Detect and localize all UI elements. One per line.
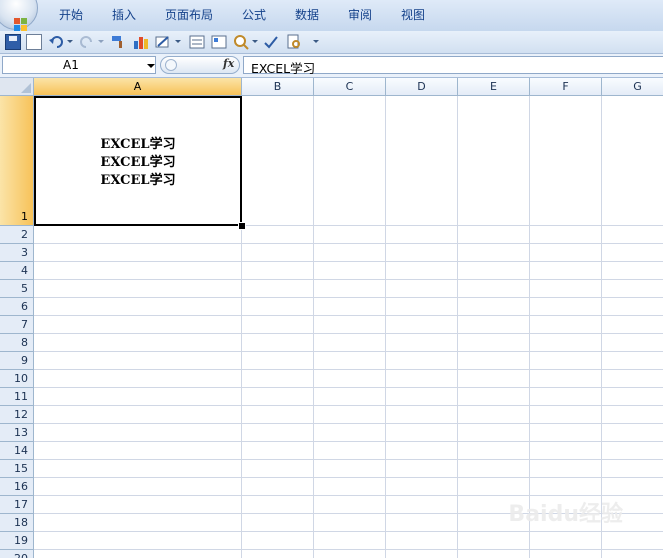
expand-circle-icon[interactable]	[165, 59, 177, 71]
row-header-18[interactable]: 18	[0, 514, 34, 532]
row-gridline	[34, 261, 663, 262]
select-all-corner[interactable]	[0, 78, 34, 96]
column-header-e[interactable]: E	[458, 78, 530, 96]
chart-icon[interactable]	[133, 34, 149, 50]
row-gridline	[34, 279, 663, 280]
row-gridline	[34, 405, 663, 406]
undo-icon[interactable]	[48, 34, 64, 50]
row-gridline	[34, 369, 663, 370]
redo-dropdown-icon[interactable]	[98, 40, 104, 43]
cell-a1-value: EXCEL学习 EXCEL学习 EXCEL学习	[100, 137, 176, 188]
formula-bar: A1 fx EXCEL学习	[0, 54, 663, 78]
row-header-8[interactable]: 8	[0, 334, 34, 352]
column-gridline	[529, 96, 530, 558]
column-gridline	[313, 96, 314, 558]
select-all-triangle-icon	[21, 83, 31, 93]
row-header-20[interactable]: 20	[0, 550, 34, 558]
row-header-5[interactable]: 5	[0, 280, 34, 298]
format-painter-icon[interactable]	[110, 34, 126, 50]
zoom-icon[interactable]	[233, 34, 249, 50]
column-header-c[interactable]: C	[314, 78, 386, 96]
tab-home[interactable]: 开始	[59, 6, 83, 23]
row-gridline	[34, 549, 663, 550]
insert-function-icon[interactable]: fx	[223, 57, 234, 70]
tab-insert[interactable]: 插入	[112, 6, 136, 23]
customize-icon[interactable]	[313, 40, 319, 43]
office-logo-icon	[14, 18, 28, 32]
tab-formulas[interactable]: 公式	[242, 6, 266, 23]
row-gridline	[34, 297, 663, 298]
column-gridline	[385, 96, 386, 558]
tab-review[interactable]: 审阅	[348, 6, 372, 23]
save-icon[interactable]	[5, 34, 21, 50]
row-header-6[interactable]: 6	[0, 298, 34, 316]
formula-controls: fx	[160, 56, 240, 74]
zoom-dropdown-icon[interactable]	[252, 40, 258, 43]
row-gridline	[34, 315, 663, 316]
row-gridline	[34, 351, 663, 352]
undo-dropdown-icon[interactable]	[67, 40, 73, 43]
row-header-19[interactable]: 19	[0, 532, 34, 550]
row-header-3[interactable]: 3	[0, 244, 34, 262]
row-header-11[interactable]: 11	[0, 388, 34, 406]
column-gridline	[457, 96, 458, 558]
row-header-7[interactable]: 7	[0, 316, 34, 334]
row-header-1[interactable]: 1	[0, 96, 34, 226]
column-header-f[interactable]: F	[530, 78, 602, 96]
row-gridline	[34, 459, 663, 460]
column-header-a[interactable]: A	[34, 78, 242, 96]
row-gridline	[34, 333, 663, 334]
name-box-value: A1	[63, 58, 79, 72]
row-header-2[interactable]: 2	[0, 226, 34, 244]
draw-dropdown-icon[interactable]	[175, 40, 181, 43]
row-gridline	[34, 387, 663, 388]
cell-a1[interactable]: EXCEL学习 EXCEL学习 EXCEL学习	[34, 96, 242, 226]
row-header-14[interactable]: 14	[0, 442, 34, 460]
row-header-12[interactable]: 12	[0, 406, 34, 424]
row-header-10[interactable]: 10	[0, 370, 34, 388]
worksheet-grid[interactable]: ABCDEFG 1234567891011121314151617181920 …	[0, 78, 663, 558]
formula-input[interactable]: EXCEL学习	[243, 56, 663, 76]
row-header-15[interactable]: 15	[0, 460, 34, 478]
new-icon[interactable]	[26, 34, 42, 50]
properties-icon[interactable]	[211, 34, 227, 50]
column-gridline	[601, 96, 602, 558]
print-preview-icon[interactable]	[286, 34, 302, 50]
column-header-d[interactable]: D	[386, 78, 458, 96]
row-header-9[interactable]: 9	[0, 352, 34, 370]
name-box-dropdown-icon[interactable]	[147, 64, 155, 68]
ribbon-tab-bar: 开始 插入 页面布局 公式 数据 审阅 视图	[0, 0, 663, 32]
redo-icon[interactable]	[79, 34, 95, 50]
watermark-logo: Baidu经验	[508, 502, 623, 527]
row-header-16[interactable]: 16	[0, 478, 34, 496]
form-icon[interactable]	[189, 34, 205, 50]
fill-handle[interactable]	[238, 222, 246, 230]
row-header-4[interactable]: 4	[0, 262, 34, 280]
quick-access-toolbar	[0, 31, 663, 54]
draw-icon[interactable]	[155, 34, 171, 50]
name-box[interactable]: A1	[2, 56, 156, 74]
row-gridline	[34, 423, 663, 424]
tab-view[interactable]: 视图	[401, 6, 425, 23]
tab-data[interactable]: 数据	[295, 6, 319, 23]
formula-value: EXCEL学习	[251, 61, 316, 76]
row-gridline	[34, 243, 663, 244]
row-header-13[interactable]: 13	[0, 424, 34, 442]
column-header-g[interactable]: G	[602, 78, 663, 96]
tab-page-layout[interactable]: 页面布局	[165, 6, 213, 23]
row-gridline	[34, 477, 663, 478]
row-header-17[interactable]: 17	[0, 496, 34, 514]
row-gridline	[34, 531, 663, 532]
spelling-icon[interactable]	[263, 34, 279, 50]
column-header-b[interactable]: B	[242, 78, 314, 96]
row-gridline	[34, 441, 663, 442]
